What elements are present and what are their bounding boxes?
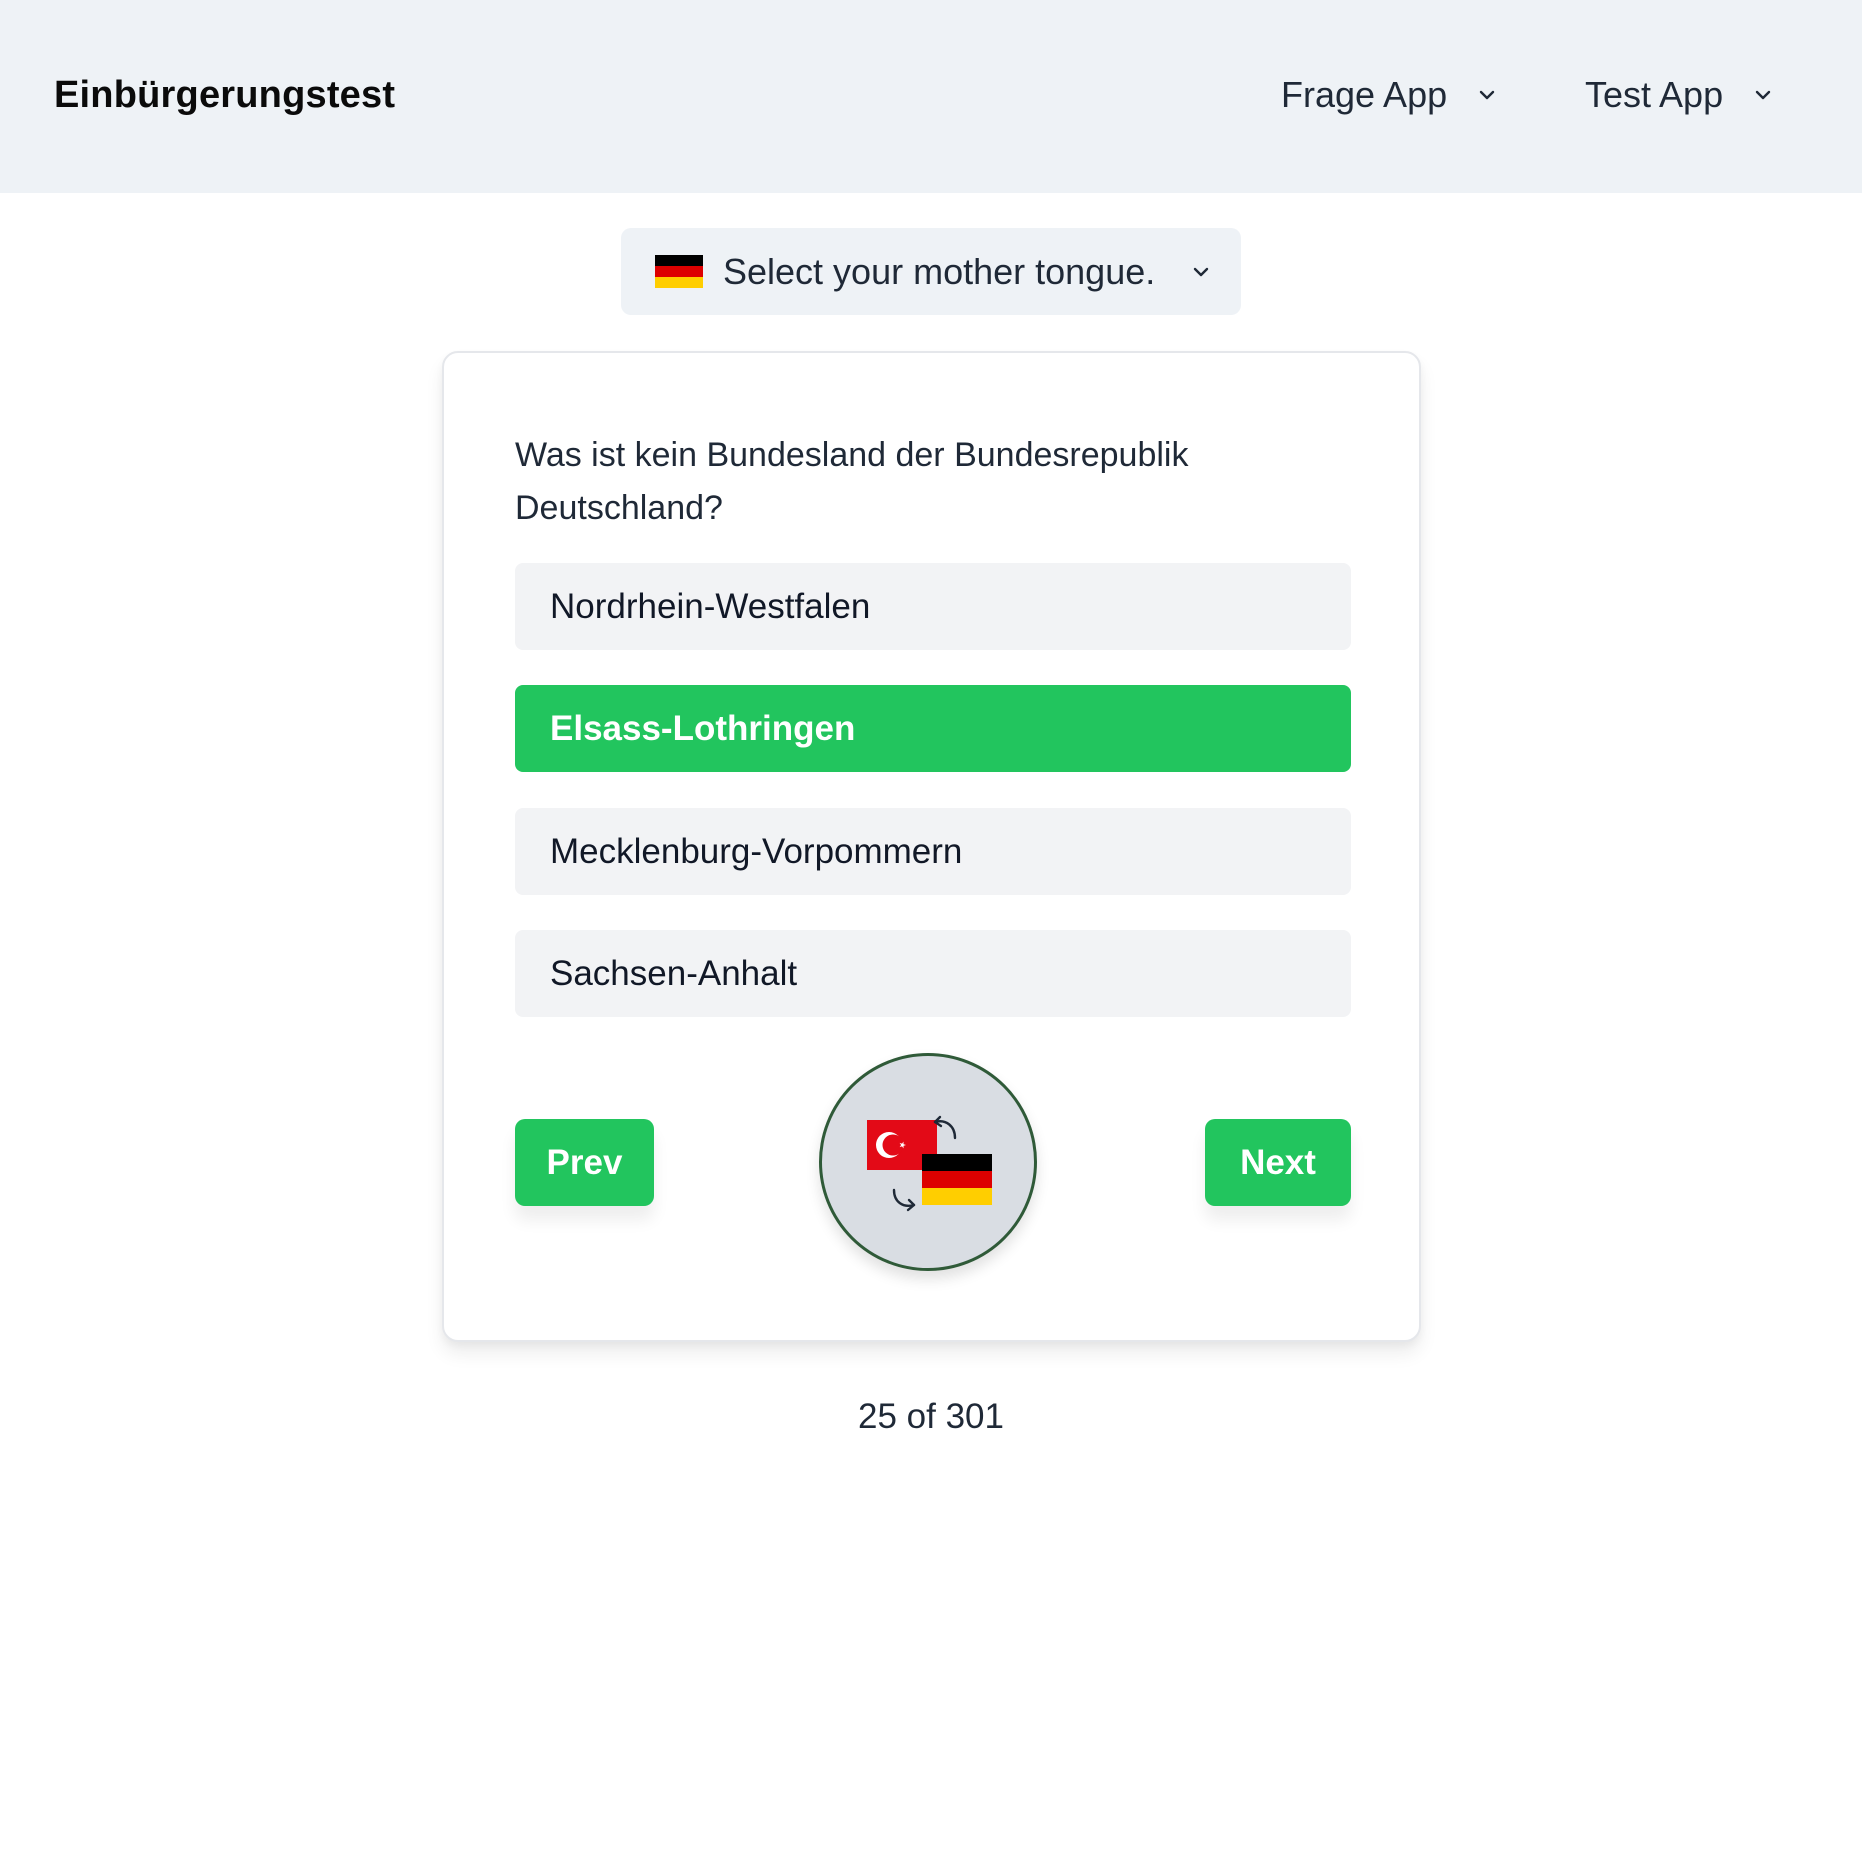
chevron-down-icon — [1751, 83, 1775, 107]
answer-option[interactable]: Nordrhein-Westfalen — [515, 563, 1351, 650]
question-text: Was ist kein Bundesland der Bundesrepubl… — [515, 436, 1189, 527]
frage-app-menu-label: Frage App — [1281, 74, 1448, 115]
test-app-menu[interactable]: Test App — [1585, 74, 1775, 116]
turkish-german-translate-icon — [867, 1115, 992, 1212]
chevron-down-icon — [1475, 83, 1499, 107]
germany-flag-icon — [655, 254, 703, 289]
mother-tongue-select[interactable]: Select your mother tongue. — [621, 228, 1241, 315]
translate-button[interactable] — [819, 1053, 1037, 1271]
next-button[interactable]: Next — [1205, 1119, 1351, 1206]
answer-option[interactable]: Mecklenburg-Vorpommern — [515, 808, 1351, 895]
prev-button[interactable]: Prev — [515, 1119, 654, 1206]
question-counter: 25 of 301 — [858, 1397, 1004, 1436]
brand-title[interactable]: Einbürgerungstest — [54, 74, 395, 117]
top-navbar: Einbürgerungstest Frage App Test App — [0, 0, 1862, 193]
answer-option[interactable]: Sachsen-Anhalt — [515, 930, 1351, 1017]
answer-option-selected[interactable]: Elsass-Lothringen — [515, 685, 1351, 772]
test-app-menu-label: Test App — [1585, 74, 1724, 115]
mother-tongue-label: Select your mother tongue. — [723, 250, 1156, 292]
frage-app-menu[interactable]: Frage App — [1281, 74, 1499, 116]
question-card: Was ist kein Bundesland der Bundesrepubl… — [442, 351, 1421, 1342]
chevron-down-icon — [1189, 260, 1213, 284]
